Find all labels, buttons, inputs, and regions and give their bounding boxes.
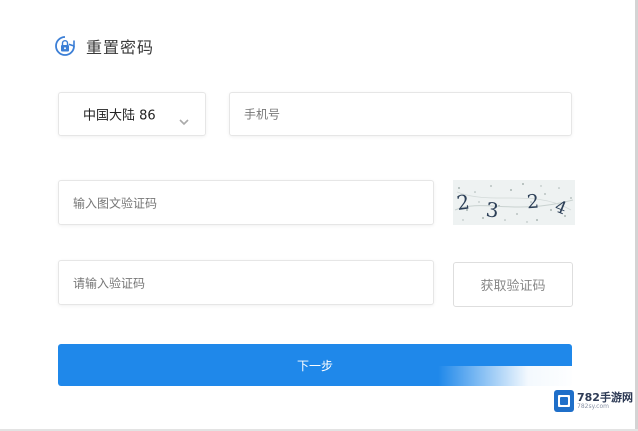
captcha-image[interactable]: 2 3 2 4 (453, 180, 575, 225)
captcha-image-graphic: 2 3 2 4 (453, 180, 575, 225)
sms-code-input-placeholder: 请输入验证码 (73, 276, 146, 290)
svg-text:2: 2 (526, 191, 540, 214)
captcha-input[interactable]: 输入图文验证码 (58, 180, 434, 225)
get-code-button[interactable]: 获取验证码 (453, 262, 573, 307)
lock-refresh-icon (55, 36, 75, 56)
site-watermark: 782手游网 782sy.com (552, 388, 633, 414)
page-title: 重置密码 (86, 38, 155, 57)
phone-input[interactable]: 手机号 (229, 92, 572, 136)
captcha-input-placeholder: 输入图文验证码 (73, 196, 158, 210)
page-header: 重置密码 (54, 34, 154, 58)
reset-password-page: 重置密码 中国大陆 86 手机号 输入图文验证码 2 3 2 4 请输入验证码 … (0, 0, 638, 431)
phone-input-placeholder: 手机号 (244, 107, 281, 122)
next-step-button[interactable]: 下一步 (58, 344, 572, 386)
sms-code-input[interactable]: 请输入验证码 (58, 260, 434, 305)
country-select-value: 中国大陆 86 (83, 108, 156, 124)
svg-text:3: 3 (485, 197, 500, 222)
watermark-url: 782sy.com (577, 403, 609, 410)
site-logo-icon (554, 390, 574, 412)
chevron-down-icon (179, 119, 189, 126)
country-select[interactable]: 中国大陆 86 (58, 92, 206, 136)
